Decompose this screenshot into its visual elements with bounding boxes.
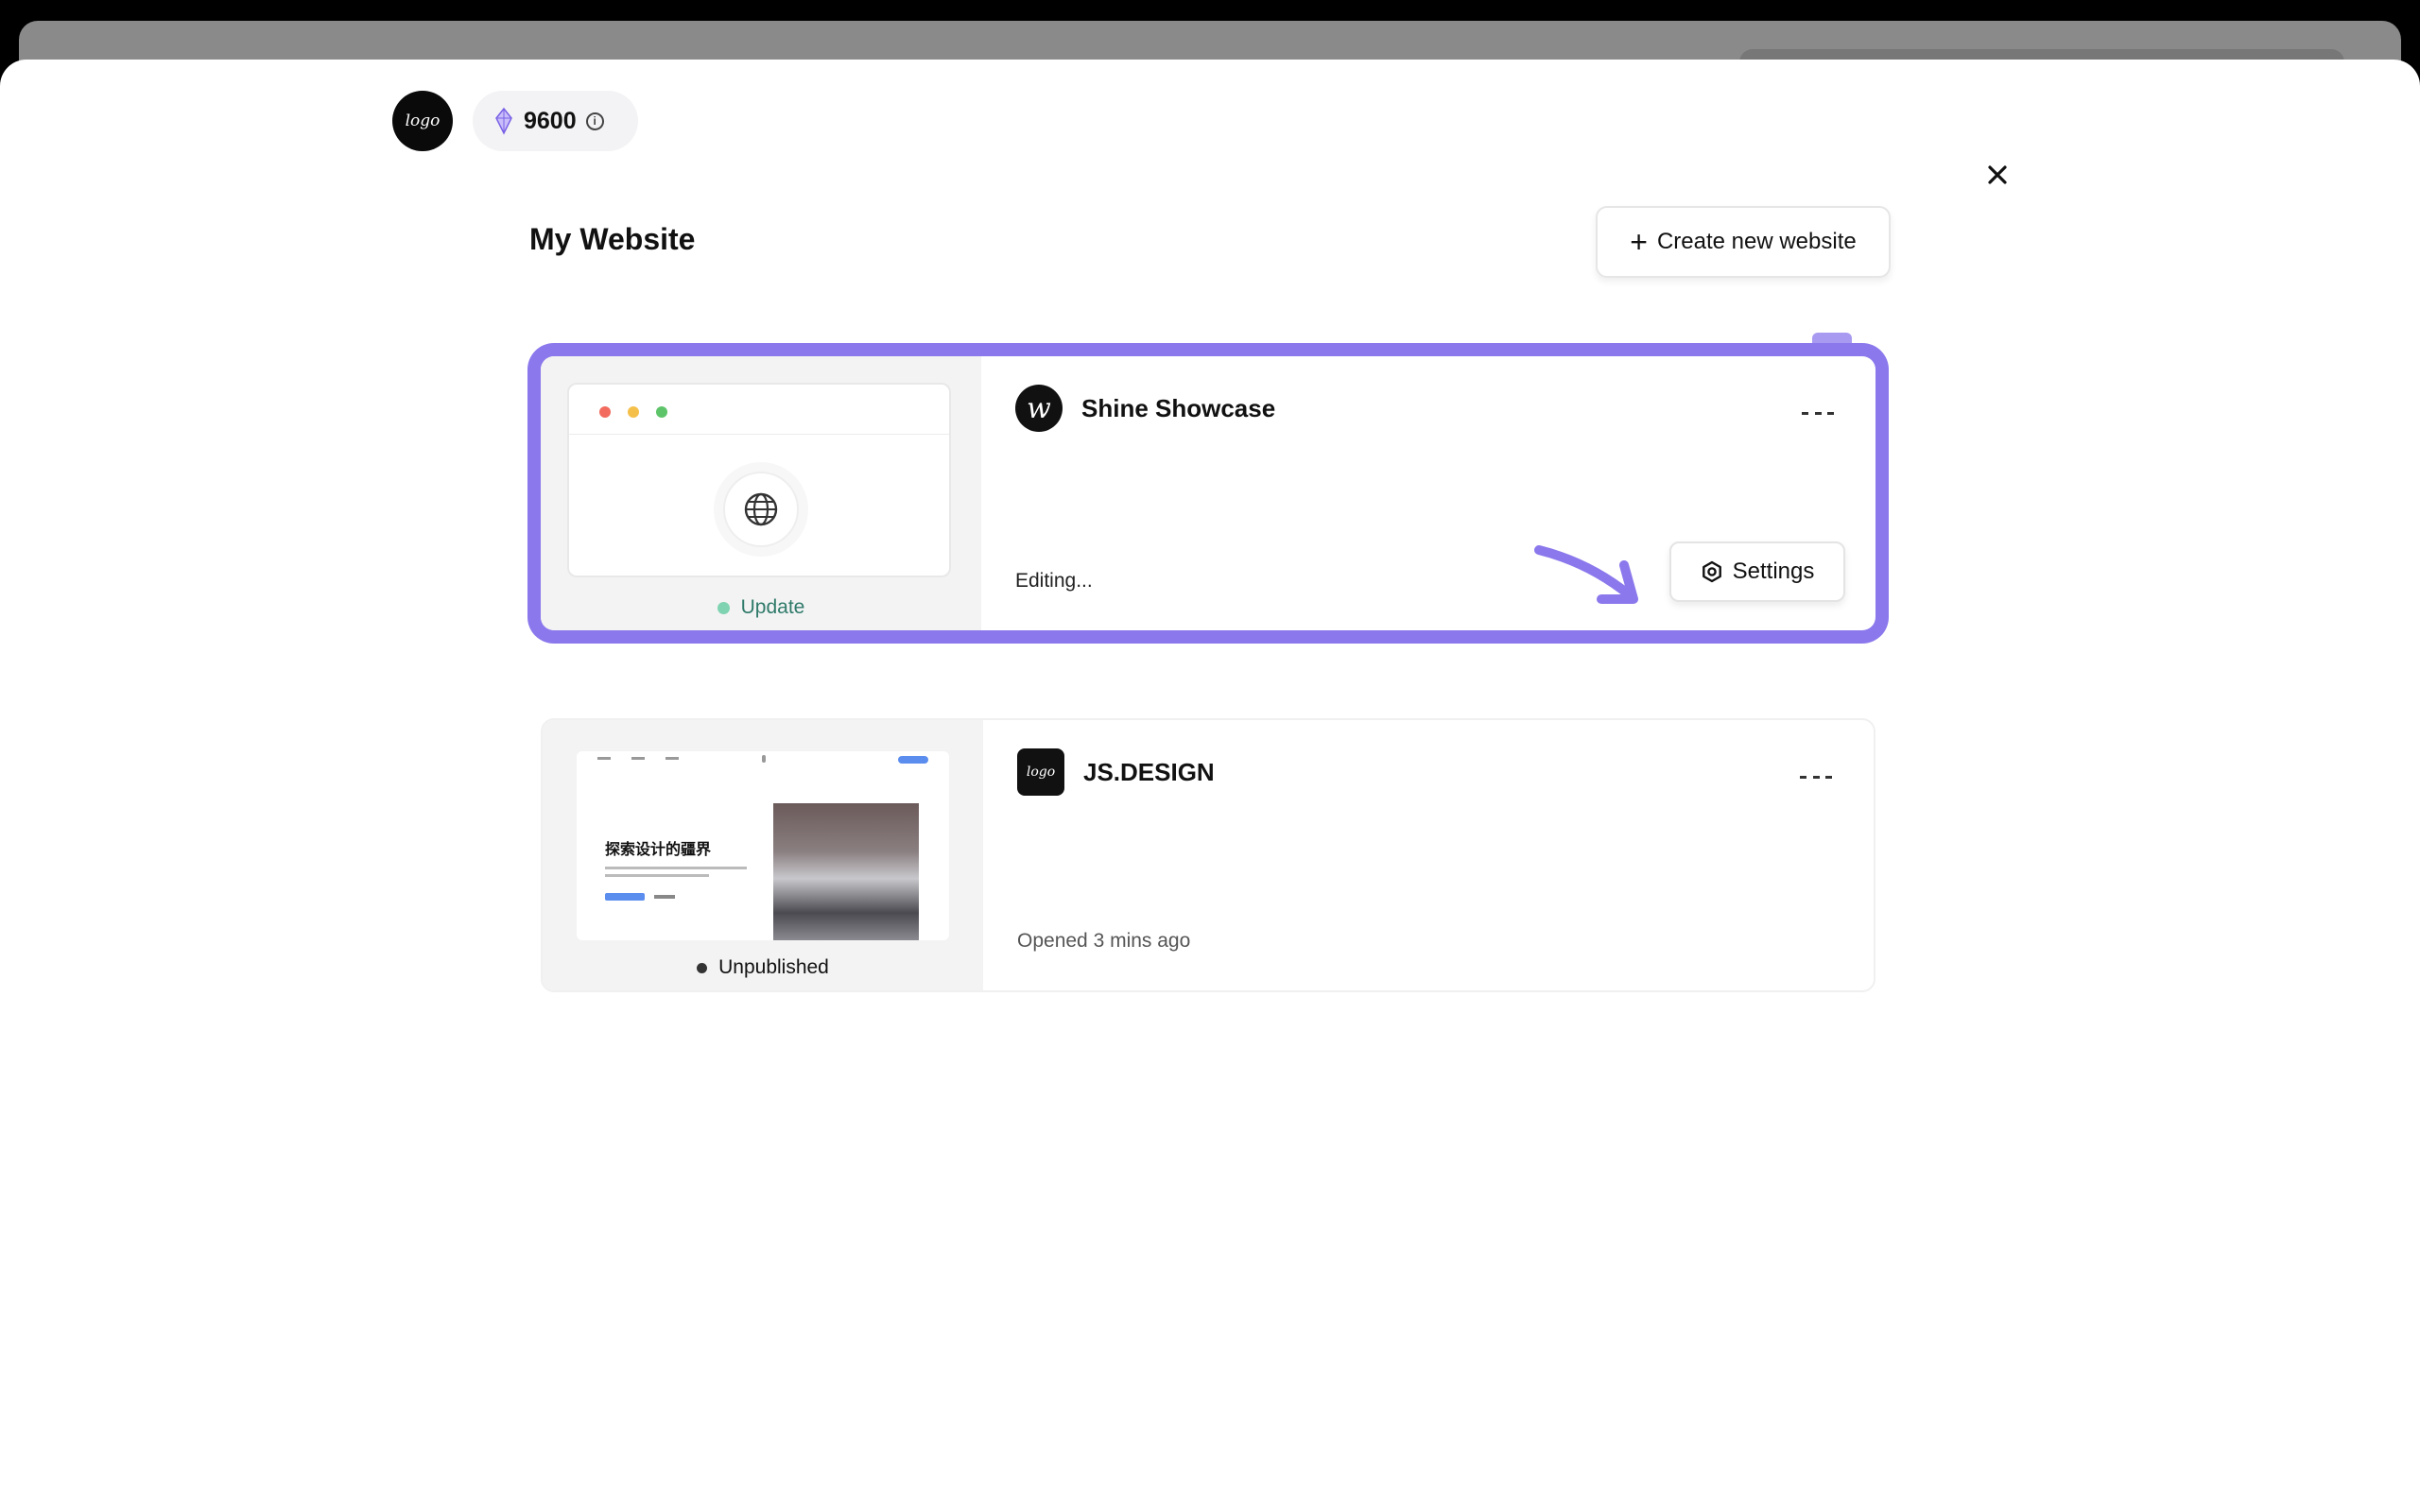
arrow-annotation-icon <box>1534 545 1638 604</box>
gear-icon <box>1702 560 1721 583</box>
status-label: Update <box>740 596 805 618</box>
website-info: logo JS.DESIGN Opened 3 mins ago <box>983 720 1874 990</box>
status-dot-icon <box>717 601 730 614</box>
window-controls <box>599 406 667 418</box>
preview-photo <box>773 803 919 940</box>
globe-icon <box>723 472 799 547</box>
more-options-button[interactable] <box>1802 404 1834 422</box>
preview-headline: 探索设计的疆界 <box>605 842 712 858</box>
close-button[interactable] <box>1979 156 2016 194</box>
info-icon[interactable]: i <box>585 112 604 130</box>
settings-label: Settings <box>1732 558 1815 584</box>
close-icon <box>1988 165 2007 184</box>
create-button-label: Create new website <box>1656 229 1857 254</box>
credits-value: 9600 <box>524 107 577 134</box>
page-title: My Website <box>529 222 696 256</box>
green-dot-icon <box>656 406 667 418</box>
website-card-shine-showcase[interactable]: Update w Shine Showcase Editing... Setti… <box>541 356 1876 630</box>
gem-icon <box>495 107 512 135</box>
site-logo-icon: logo <box>1017 748 1064 796</box>
brand-logo[interactable]: logo <box>392 91 453 151</box>
browser-preview <box>567 383 951 577</box>
website-card-js-design[interactable]: 探索设计的疆界 Unpublished logo JS.DESIGN Opene… <box>541 718 1876 992</box>
settings-button[interactable]: Settings <box>1669 541 1845 602</box>
status-dot-icon <box>697 962 708 973</box>
credits-badge[interactable]: 9600 i <box>473 91 638 151</box>
plus-icon: + <box>1630 225 1648 259</box>
site-logo-icon: w <box>1015 385 1063 432</box>
yellow-dot-icon <box>628 406 639 418</box>
website-name: Shine Showcase <box>1081 394 1276 422</box>
website-meta: Opened 3 mins ago <box>1017 930 1191 952</box>
website-thumbnail[interactable]: Update <box>541 356 981 630</box>
create-new-website-button[interactable]: + Create new website <box>1596 206 1891 278</box>
status-badge: Unpublished <box>543 956 983 979</box>
website-name: JS.DESIGN <box>1083 758 1215 786</box>
brand-logo-text: logo <box>405 112 441 130</box>
status-label: Unpublished <box>718 956 829 978</box>
website-thumbnail[interactable]: 探索设计的疆界 Unpublished <box>543 720 983 990</box>
website-info: w Shine Showcase Editing... Settings <box>981 356 1876 630</box>
more-options-button[interactable] <box>1800 767 1832 786</box>
status-badge: Update <box>541 596 981 619</box>
websites-modal: logo 9600 i My Website + Create new webs… <box>0 60 2420 1512</box>
website-meta: Editing... <box>1015 570 1093 592</box>
site-preview-image: 探索设计的疆界 <box>577 751 949 940</box>
red-dot-icon <box>599 406 611 418</box>
